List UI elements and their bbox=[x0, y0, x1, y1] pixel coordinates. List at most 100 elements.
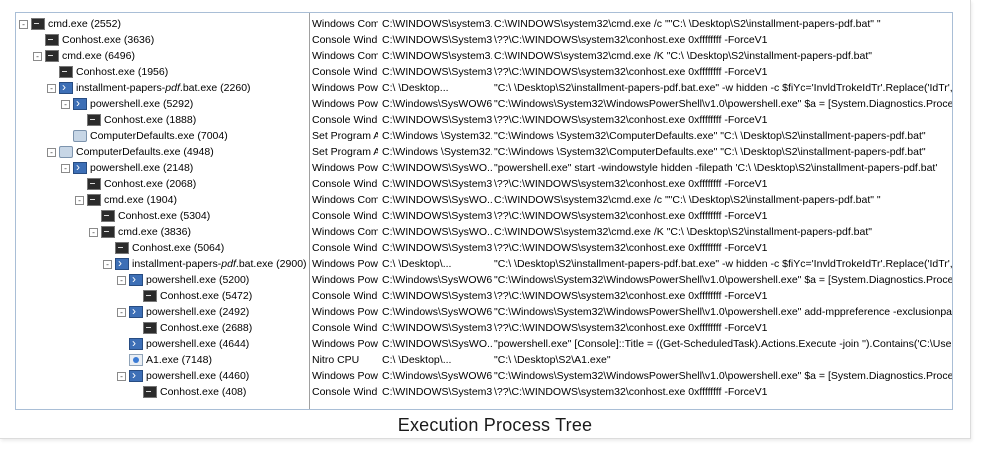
description-cell: Console Wind... bbox=[312, 178, 378, 190]
console-window-icon bbox=[87, 114, 101, 126]
command-line-cell: \??\C:\WINDOWS\system32\conhost.exe 0xff… bbox=[494, 34, 768, 46]
process-tree-node[interactable]: Conhost.exe (408) bbox=[16, 384, 309, 400]
process-tree-node[interactable]: - powershell.exe (5292) bbox=[16, 95, 309, 112]
image-path-cell: C:\Windows \System32... bbox=[382, 146, 492, 158]
image-path-cell: C:\WINDOWS\System3... bbox=[382, 386, 492, 398]
process-detail-row[interactable]: Windows Pow... C:\Windows\SysWOW6..."C:\W… bbox=[310, 304, 952, 320]
image-path-cell: C:\WINDOWS\System3... bbox=[382, 178, 492, 190]
process-name-label: ComputerDefaults.exe (7004) bbox=[90, 128, 228, 144]
process-detail-row[interactable]: Console Wind... C:\WINDOWS\System3...\??\… bbox=[310, 64, 952, 80]
process-name-text: Conhost.exe (5472) bbox=[160, 290, 253, 302]
process-detail-row[interactable]: Console Wind... C:\WINDOWS\System3...\??\… bbox=[310, 320, 952, 336]
process-name-text: ComputerDefaults.exe (4948) bbox=[76, 146, 214, 158]
process-tree-pane[interactable]: - cmd.exe (2552) Conhost.exe (3636) - cmd.ex… bbox=[16, 13, 310, 409]
process-detail-row[interactable]: Set Program A... C:\Windows \System32..."… bbox=[310, 144, 952, 160]
image-path-cell: C:\Windows\SysWOW6... bbox=[382, 370, 492, 382]
process-detail-row[interactable]: Console Wind... C:\WINDOWS\System3...\??\… bbox=[310, 176, 952, 192]
image-path-cell: C:\Windows\SysWOW6... bbox=[382, 98, 492, 110]
collapse-toggle-icon[interactable]: - bbox=[89, 227, 98, 237]
collapse-toggle-icon[interactable]: - bbox=[61, 99, 70, 109]
process-detail-row[interactable]: Windows Pow... C:\Windows\SysWOW6..."C:\W… bbox=[310, 368, 952, 384]
process-name-text: Conhost.exe (2068) bbox=[104, 178, 197, 190]
process-tree-node[interactable]: Conhost.exe (2688) bbox=[16, 320, 309, 336]
collapse-toggle-icon[interactable]: - bbox=[33, 51, 42, 61]
process-detail-row[interactable]: Windows Pow... C:\Windows\SysWOW6..."C:\W… bbox=[310, 96, 952, 112]
collapse-toggle-icon[interactable]: - bbox=[19, 19, 28, 29]
collapse-toggle-icon[interactable]: - bbox=[117, 307, 126, 317]
process-detail-row[interactable]: Console Wind... C:\WINDOWS\System3...\??\… bbox=[310, 240, 952, 256]
process-detail-row[interactable]: Set Program A... C:\Windows \System32..."… bbox=[310, 128, 952, 144]
image-path-cell: C:\WINDOWS\System3... bbox=[382, 34, 492, 46]
process-detail-row[interactable]: Windows Pow... C:\ \Desktop... "C:\ \Deskt… bbox=[310, 80, 952, 96]
process-name-label: Conhost.exe (3636) bbox=[62, 32, 154, 48]
process-name-label: powershell.exe (5292) bbox=[90, 96, 193, 112]
collapse-toggle-icon[interactable]: - bbox=[47, 83, 56, 93]
console-window-icon bbox=[143, 322, 157, 334]
image-path-cell: C:\WINDOWS\System3... bbox=[382, 210, 492, 222]
command-line-cell: "C:\Windows \System32\ComputerDefaults.e… bbox=[494, 130, 926, 142]
process-name-text: Conhost.exe (5064) bbox=[132, 242, 225, 254]
collapse-toggle-icon[interactable]: - bbox=[75, 195, 84, 205]
command-line-cell: \??\C:\WINDOWS\system32\conhost.exe 0xff… bbox=[494, 242, 768, 254]
description-cell: Windows Pow... bbox=[312, 162, 378, 174]
process-tree-node[interactable]: Conhost.exe (5064) bbox=[16, 240, 309, 256]
command-line-cell: \??\C:\WINDOWS\system32\conhost.exe 0xff… bbox=[494, 178, 768, 190]
image-path-cell: C:\WINDOWS\System3... bbox=[382, 290, 492, 302]
process-name-label: cmd.exe (6496) bbox=[62, 48, 135, 64]
command-line-cell: "C:\ \Desktop\S2\A1.exe" bbox=[494, 354, 611, 366]
collapse-toggle-icon[interactable]: - bbox=[103, 259, 112, 269]
process-tree-node[interactable]: - ComputerDefaults.exe (4948) bbox=[16, 144, 309, 160]
process-detail-row[interactable]: Windows Com... C:\WINDOWS\system3...C:\WI… bbox=[310, 48, 952, 64]
process-detail-row[interactable]: Windows Pow... C:\WINDOWS\SysWO..."powers… bbox=[310, 160, 952, 176]
collapse-toggle-icon[interactable]: - bbox=[117, 275, 126, 285]
command-line-cell: C:\WINDOWS\system32\cmd.exe /c ""C:\ \De… bbox=[494, 194, 881, 206]
image-path-cell: C:\WINDOWS\SysWO... bbox=[382, 338, 492, 350]
process-tree-node[interactable]: Conhost.exe (1956) bbox=[16, 64, 309, 80]
console-window-icon bbox=[59, 66, 73, 78]
process-tree-node[interactable]: Conhost.exe (3636) bbox=[16, 32, 309, 48]
process-detail-row[interactable]: Windows Pow... C:\Windows\SysWOW6..."C:\W… bbox=[310, 272, 952, 288]
process-detail-row[interactable]: Nitro CPU C:\ \Desktop\... "C:\ \Desktop\S… bbox=[310, 352, 952, 368]
process-detail-row[interactable]: Console Wind... C:\WINDOWS\System3...\??\… bbox=[310, 208, 952, 224]
process-name-label: Conhost.exe (1956) bbox=[76, 64, 168, 80]
process-tree-node[interactable]: - cmd.exe (1904) bbox=[16, 192, 309, 208]
process-detail-row[interactable]: Windows Pow... C:\WINDOWS\SysWO..."powers… bbox=[310, 336, 952, 352]
process-tree-node[interactable]: - cmd.exe (3836) bbox=[16, 224, 309, 240]
process-tree-node[interactable]: Conhost.exe (1888) bbox=[16, 112, 309, 128]
powershell-icon bbox=[59, 79, 73, 95]
process-tree-node[interactable]: - cmd.exe (6496) bbox=[16, 48, 309, 64]
process-tree-node[interactable]: - powershell.exe (2492) bbox=[16, 303, 309, 320]
process-tree-node[interactable]: Conhost.exe (5304) bbox=[16, 208, 309, 224]
process-detail-row[interactable]: Console Wind... C:\WINDOWS\System3...\??\… bbox=[310, 288, 952, 304]
description-cell: Nitro CPU bbox=[312, 354, 360, 366]
process-tree-node[interactable]: - powershell.exe (2148) bbox=[16, 159, 309, 176]
process-tree-node[interactable]: Conhost.exe (2068) bbox=[16, 176, 309, 192]
image-path-cell: C:\WINDOWS\System3... bbox=[382, 114, 492, 126]
image-path-cell: C:\WINDOWS\SysWO... bbox=[382, 162, 492, 174]
process-tree-node[interactable]: Conhost.exe (5472) bbox=[16, 288, 309, 304]
process-detail-row[interactable]: Console Wind... C:\WINDOWS\System3...\??\… bbox=[310, 32, 952, 48]
process-detail-row[interactable]: Windows Com... C:\WINDOWS\SysWO...C:\WIND… bbox=[310, 192, 952, 208]
process-detail-row[interactable]: Windows Pow... C:\ \Desktop\... "C:\ \Desk… bbox=[310, 256, 952, 272]
process-tree-node[interactable]: ComputerDefaults.exe (7004) bbox=[16, 128, 309, 144]
command-line-cell: C:\WINDOWS\system32\cmd.exe /K "C:\ \Des… bbox=[494, 50, 872, 62]
collapse-toggle-icon[interactable]: - bbox=[47, 147, 56, 157]
image-path-cell: C:\WINDOWS\SysWO... bbox=[382, 194, 492, 206]
process-tree-node[interactable]: - installment-papers-pdf.bat.exe (2900) bbox=[16, 255, 309, 272]
process-name-label: powershell.exe (4460) bbox=[146, 368, 249, 384]
process-tree-node[interactable]: powershell.exe (4644) bbox=[16, 335, 309, 352]
process-tree-node[interactable]: - cmd.exe (2552) bbox=[16, 16, 309, 32]
process-tree-node[interactable]: - powershell.exe (4460) bbox=[16, 367, 309, 384]
process-detail-row[interactable]: Windows Com... C:\WINDOWS\SysWO...C:\WIND… bbox=[310, 224, 952, 240]
process-tree-node[interactable]: A1.exe (7148) bbox=[16, 352, 309, 368]
collapse-toggle-icon[interactable]: - bbox=[61, 163, 70, 173]
collapse-toggle-icon[interactable]: - bbox=[117, 371, 126, 381]
description-cell: Windows Com... bbox=[312, 194, 378, 206]
process-detail-row[interactable]: Windows Com... C:\WINDOWS\system3...C:\WI… bbox=[310, 16, 952, 32]
process-tree-node[interactable]: - powershell.exe (5200) bbox=[16, 271, 309, 288]
process-name-label: cmd.exe (1904) bbox=[104, 192, 177, 208]
process-detail-row[interactable]: Console Wind... C:\WINDOWS\System3...\??\… bbox=[310, 112, 952, 128]
process-tree-node[interactable]: - installment-papers-pdf.bat.exe (2260) bbox=[16, 79, 309, 96]
command-line-cell: \??\C:\WINDOWS\system32\conhost.exe 0xff… bbox=[494, 66, 768, 78]
process-detail-row[interactable]: Console Wind... C:\WINDOWS\System3...\??\… bbox=[310, 384, 952, 400]
